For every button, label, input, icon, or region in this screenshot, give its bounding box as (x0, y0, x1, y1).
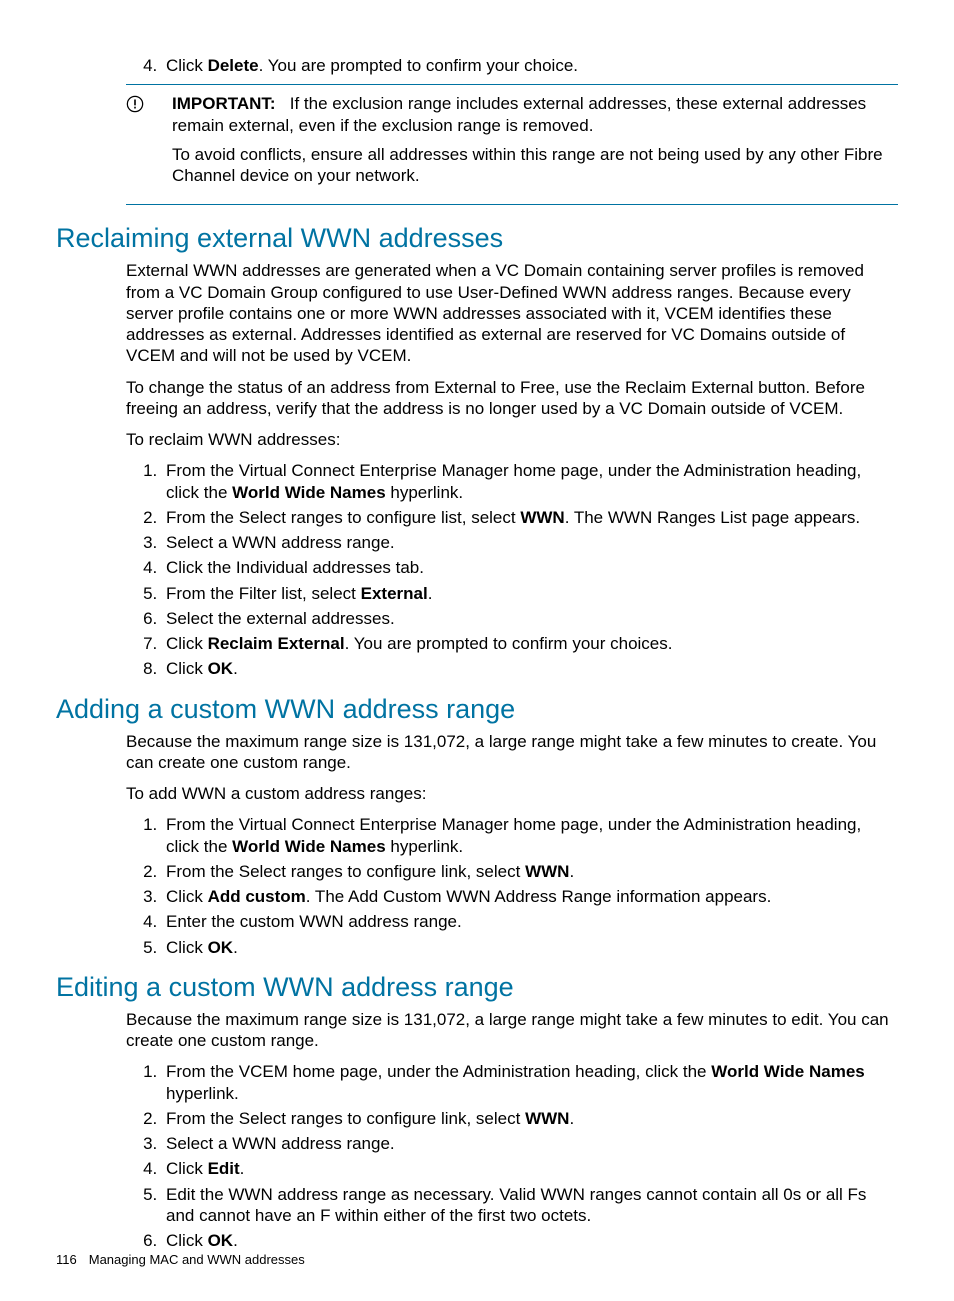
text: From the Select ranges to configure list… (166, 508, 520, 527)
text: From the Filter list, select (166, 584, 361, 603)
text: hyperlink. (386, 483, 463, 502)
text: . (233, 1231, 238, 1250)
text: From the VCEM home page, under the Admin… (166, 1062, 711, 1081)
para: To add WWN a custom address ranges: (126, 783, 898, 804)
bold: Delete (208, 56, 259, 75)
text: hyperlink. (166, 1084, 239, 1103)
text: . The Add Custom WWN Address Range infor… (306, 887, 772, 906)
sec1-steps: From the Virtual Connect Enterprise Mana… (126, 460, 898, 679)
text: . You are prompted to confirm your choic… (345, 634, 673, 653)
list-item: From the Select ranges to configure link… (162, 861, 898, 882)
bold: External (361, 584, 428, 603)
text: . (240, 1159, 245, 1178)
sec2-steps: From the Virtual Connect Enterprise Mana… (126, 814, 898, 958)
page: Click Delete. You are prompted to confir… (0, 0, 954, 1301)
list-item: From the Virtual Connect Enterprise Mana… (162, 460, 898, 503)
list-item: Select a WWN address range. (162, 1133, 898, 1154)
sec3-content: Because the maximum range size is 131,07… (126, 1009, 898, 1252)
list-item: From the Virtual Connect Enterprise Mana… (162, 814, 898, 857)
page-number: 116 (56, 1252, 77, 1267)
text: Click (166, 938, 208, 957)
text: If the exclusion range includes external… (172, 94, 866, 134)
list-item: Enter the custom WWN address range. (162, 911, 898, 932)
bold: OK (208, 938, 234, 957)
heading-adding: Adding a custom WWN address range (56, 694, 898, 725)
para: Because the maximum range size is 131,07… (126, 731, 898, 774)
para: To change the status of an address from … (126, 377, 898, 420)
list-item: From the Filter list, select External. (162, 583, 898, 604)
list-item: Click OK. (162, 937, 898, 958)
important-callout: IMPORTANT: If the exclusion range includ… (126, 84, 898, 205)
important-text: IMPORTANT: If the exclusion range includ… (172, 93, 898, 194)
text: To avoid conflicts, ensure all addresses… (172, 144, 898, 187)
bold: Edit (208, 1159, 240, 1178)
sec1-content: External WWN addresses are generated whe… (126, 260, 898, 679)
list-item: From the Select ranges to configure list… (162, 507, 898, 528)
text: . (569, 862, 574, 881)
intro-step-4: Click Delete. You are prompted to confir… (162, 55, 898, 76)
text: hyperlink. (386, 837, 463, 856)
bold: World Wide Names (711, 1062, 865, 1081)
footer-title: Managing MAC and WWN addresses (89, 1252, 305, 1267)
intro-continuation: Click Delete. You are prompted to confir… (126, 55, 898, 205)
text: Click (166, 634, 208, 653)
text: . (428, 584, 433, 603)
list-item: From the VCEM home page, under the Admin… (162, 1061, 898, 1104)
text: Click (166, 56, 208, 75)
bold: WWN (525, 1109, 569, 1128)
text: Click (166, 1159, 208, 1178)
bold: WWN (525, 862, 569, 881)
para: External WWN addresses are generated whe… (126, 260, 898, 366)
list-item: Click Edit. (162, 1158, 898, 1179)
important-icon (126, 93, 172, 118)
text: . (233, 659, 238, 678)
bold: OK (208, 659, 234, 678)
list-item: From the Select ranges to configure link… (162, 1108, 898, 1129)
text: Click (166, 887, 208, 906)
bold: OK (208, 1231, 234, 1250)
para: To reclaim WWN addresses: (126, 429, 898, 450)
list-item: Click Reclaim External. You are prompted… (162, 633, 898, 654)
sec2-content: Because the maximum range size is 131,07… (126, 731, 898, 958)
text: . The WWN Ranges List page appears. (565, 508, 860, 527)
bold: Add custom (208, 887, 306, 906)
text: From the Select ranges to configure link… (166, 1109, 525, 1128)
list-item: Click Add custom. The Add Custom WWN Add… (162, 886, 898, 907)
list-item: Edit the WWN address range as necessary.… (162, 1184, 898, 1227)
heading-reclaiming: Reclaiming external WWN addresses (56, 223, 898, 254)
list-item: Click OK. (162, 1230, 898, 1251)
text: From the Select ranges to configure link… (166, 862, 525, 881)
bold: Reclaim External (208, 634, 345, 653)
sec3-steps: From the VCEM home page, under the Admin… (126, 1061, 898, 1251)
important-label: IMPORTANT: (172, 94, 276, 113)
list-item: Select the external addresses. (162, 608, 898, 629)
list-item: Select a WWN address range. (162, 532, 898, 553)
heading-editing: Editing a custom WWN address range (56, 972, 898, 1003)
bold: WWN (520, 508, 564, 527)
text: . (569, 1109, 574, 1128)
text: . (233, 938, 238, 957)
bold: World Wide Names (232, 483, 386, 502)
text: Click (166, 1231, 208, 1250)
list-item: Click OK. (162, 658, 898, 679)
bold: World Wide Names (232, 837, 386, 856)
list-item: Click the Individual addresses tab. (162, 557, 898, 578)
page-footer: 116 Managing MAC and WWN addresses (56, 1252, 305, 1267)
para: Because the maximum range size is 131,07… (126, 1009, 898, 1052)
text: Click (166, 659, 208, 678)
text: . You are prompted to confirm your choic… (259, 56, 578, 75)
